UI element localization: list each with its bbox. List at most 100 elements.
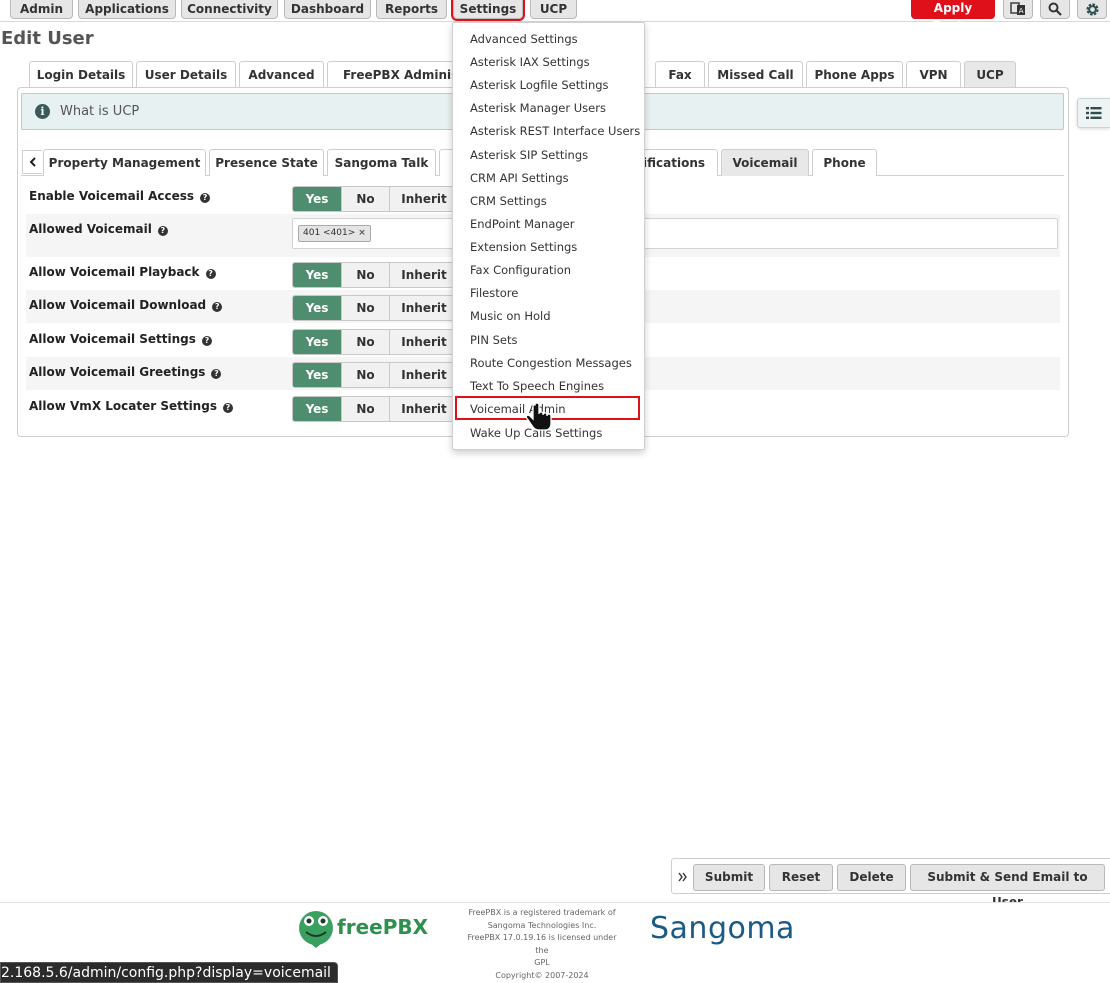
help-icon[interactable]: ? — [211, 369, 222, 379]
action-bar: Submit Reset Delete Submit & Send Email … — [671, 858, 1110, 909]
delete-button[interactable]: Delete — [837, 864, 906, 891]
gear-icon — [1085, 2, 1099, 16]
tab-phone-apps[interactable]: Phone Apps — [806, 61, 903, 88]
help-icon[interactable]: ? — [205, 269, 216, 279]
yes-option[interactable]: Yes — [293, 397, 342, 421]
tab-user-details[interactable]: User Details — [136, 61, 236, 88]
help-icon[interactable]: ? — [157, 226, 168, 236]
inherit-option[interactable]: Inherit — [390, 363, 458, 387]
remove-tag-icon[interactable]: × — [358, 228, 366, 238]
menu-item-asterisk-sip-settings[interactable]: Asterisk SIP Settings — [470, 148, 588, 162]
allowed-voicemail-select[interactable]: 401 <401> × — [292, 218, 1058, 249]
tab-advanced[interactable]: Advanced — [239, 61, 324, 88]
tab-fax[interactable]: Fax — [655, 61, 705, 88]
no-option[interactable]: No — [342, 330, 390, 354]
collapse-chevrons-icon[interactable] — [678, 872, 688, 882]
legal-line: GPL — [534, 958, 550, 967]
no-option[interactable]: No — [342, 296, 390, 320]
nav-ucp[interactable]: UCP — [530, 0, 577, 19]
inherit-option[interactable]: Inherit — [390, 187, 458, 211]
subtabs-scroll-left[interactable] — [22, 150, 42, 174]
menu-item-route-congestion-messages[interactable]: Route Congestion Messages — [470, 356, 632, 370]
inherit-option[interactable]: Inherit — [390, 330, 458, 354]
inherit-option[interactable]: Inherit — [390, 263, 458, 287]
search-icon — [1048, 2, 1062, 16]
menu-item-crm-settings[interactable]: CRM Settings — [470, 194, 547, 208]
no-option[interactable]: No — [342, 397, 390, 421]
row-label: Allow VmX Locater Settings — [29, 399, 217, 413]
menu-item-advanced-settings[interactable]: Advanced Settings — [470, 32, 578, 46]
menu-item-pin-sets[interactable]: PIN Sets — [470, 333, 517, 347]
chevron-left-icon — [29, 157, 36, 167]
side-panel-toggle[interactable] — [1077, 98, 1110, 128]
submit-send-email-button[interactable]: Submit & Send Email to User — [910, 864, 1105, 909]
nav-settings[interactable]: Settings — [451, 0, 525, 21]
help-icon[interactable]: ? — [200, 193, 211, 203]
nav-dashboard[interactable]: Dashboard — [284, 0, 371, 19]
yes-option[interactable]: Yes — [293, 330, 342, 354]
legal-text: FreePBX is a registered trademark of San… — [460, 907, 624, 982]
no-option[interactable]: No — [342, 263, 390, 287]
yes-option[interactable]: Yes — [293, 296, 342, 320]
top-navbar: Admin Applications Connectivity Dashboar… — [0, 0, 1110, 32]
inherit-option[interactable]: Inherit — [390, 397, 458, 421]
subtab-sangoma-talk[interactable]: Sangoma Talk — [327, 149, 436, 176]
help-icon[interactable]: ? — [212, 302, 223, 312]
subtab-property-management[interactable]: Property Management — [43, 149, 206, 176]
tab-ucp[interactable]: UCP — [964, 61, 1016, 88]
toggle-group: Yes No Inherit — [292, 262, 459, 288]
menu-item-endpoint-manager[interactable]: EndPoint Manager — [470, 217, 574, 231]
nav-connectivity[interactable]: Connectivity — [181, 0, 278, 19]
no-option[interactable]: No — [342, 363, 390, 387]
tab-vpn[interactable]: VPN — [906, 61, 961, 88]
submit-button[interactable]: Submit — [693, 864, 765, 891]
settings-gear-button[interactable] — [1077, 0, 1107, 19]
subtab-phone[interactable]: Phone — [812, 149, 877, 176]
legal-line: Sangoma Technologies Inc. — [487, 920, 597, 930]
legal-line: Copyright© 2007-2024 — [495, 970, 589, 980]
nav-admin[interactable]: Admin — [10, 0, 73, 19]
freepbx-logo-text: freePBX — [337, 915, 429, 939]
menu-item-asterisk-rest-interface-users[interactable]: Asterisk REST Interface Users — [470, 124, 640, 138]
no-option[interactable]: No — [342, 187, 390, 211]
nav-applications[interactable]: Applications — [78, 0, 176, 19]
menu-item-crm-api-settings[interactable]: CRM API Settings — [470, 171, 569, 185]
apply-config-button[interactable]: Apply Config — [911, 0, 995, 32]
row-label: Allow Voicemail Download — [29, 298, 207, 312]
help-icon[interactable]: ? — [201, 336, 212, 346]
row-label: Enable Voicemail Access — [29, 189, 195, 203]
row-label: Allow Voicemail Settings — [29, 332, 196, 346]
sangoma-logo: Sangoma — [650, 911, 795, 946]
menu-item-music-on-hold[interactable]: Music on Hold — [470, 309, 551, 323]
subtab-presence-state[interactable]: Presence State — [209, 149, 324, 176]
toggle-group: Yes No Inherit — [292, 329, 459, 355]
language-button[interactable]: A — [1003, 0, 1033, 19]
menu-item-text-to-speech-engines[interactable]: Text To Speech Engines — [470, 379, 604, 393]
menu-item-asterisk-manager-users[interactable]: Asterisk Manager Users — [470, 101, 606, 115]
subtab-voicemail[interactable]: Voicemail — [721, 149, 809, 176]
menu-item-asterisk-iax-settings[interactable]: Asterisk IAX Settings — [470, 55, 590, 69]
info-icon: i — [35, 104, 50, 119]
toggle-group: Yes No Inherit — [292, 362, 459, 388]
tab-freepbx-administrator[interactable]: FreePBX Administr — [327, 61, 457, 88]
menu-item-asterisk-logfile-settings[interactable]: Asterisk Logfile Settings — [470, 78, 609, 92]
menu-item-extension-settings[interactable]: Extension Settings — [470, 240, 577, 254]
menu-item-fax-configuration[interactable]: Fax Configuration — [470, 263, 571, 277]
inherit-option[interactable]: Inherit — [390, 296, 458, 320]
row-label: Allow Voicemail Greetings — [29, 365, 206, 379]
nav-reports[interactable]: Reports — [376, 0, 447, 19]
settings-dropdown-menu: Advanced Settings Asterisk IAX Settings … — [452, 22, 645, 450]
help-icon[interactable]: ? — [222, 403, 233, 413]
svg-text:A: A — [1019, 7, 1024, 15]
yes-option[interactable]: Yes — [293, 187, 342, 211]
status-bar-url: 2.168.5.6/admin/config.php?display=voice… — [0, 962, 338, 983]
tab-login-details[interactable]: Login Details — [29, 61, 133, 88]
menu-item-filestore[interactable]: Filestore — [470, 286, 518, 300]
yes-option[interactable]: Yes — [293, 263, 342, 287]
yes-option[interactable]: Yes — [293, 363, 342, 387]
search-button[interactable] — [1040, 0, 1070, 19]
translate-icon: A — [1010, 2, 1025, 15]
reset-button[interactable]: Reset — [769, 864, 833, 891]
row-label: Allowed Voicemail — [29, 222, 152, 236]
tab-missed-call[interactable]: Missed Call — [708, 61, 803, 88]
